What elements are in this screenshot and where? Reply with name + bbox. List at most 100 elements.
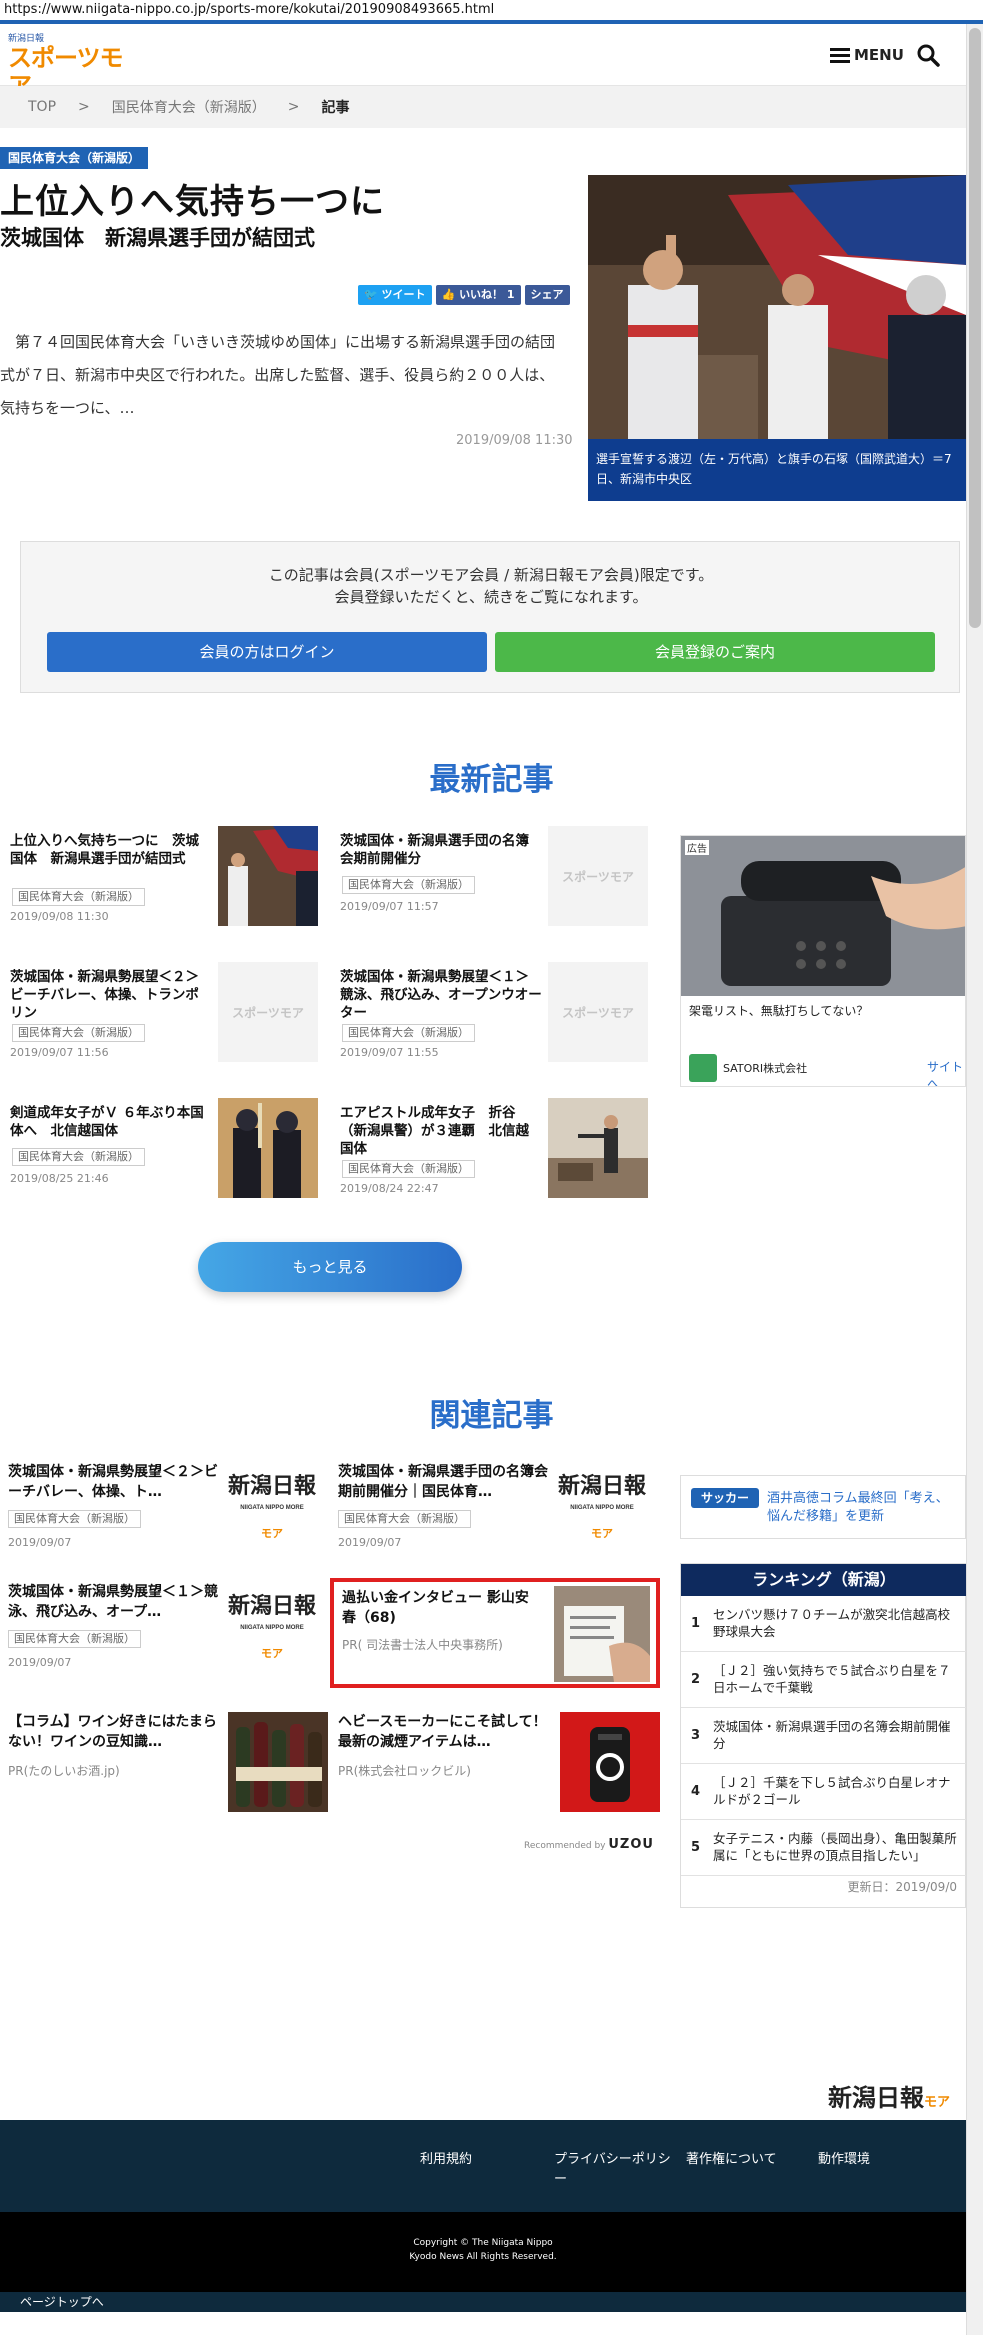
article-photo[interactable]: 選手宣誓する渡辺（左・万代高）と旗手の石塚（国際武道大）＝7日、新潟市中央区 xyxy=(588,175,966,501)
latest-item[interactable]: 茨城国体・新潟県勢展望＜２＞ ビーチバレー、体操、トランポリン 国民体育大会（新… xyxy=(0,962,320,1062)
sponsor-logo-icon xyxy=(689,1054,717,1082)
related-item-tag[interactable]: 国民体育大会（新潟版） xyxy=(338,1510,471,1528)
related-item[interactable]: 茨城国体・新潟県勢展望＜１＞競泳、飛び込み、オープ… 国民体育大会（新潟版） 2… xyxy=(0,1582,320,1686)
latest-item-tag[interactable]: 国民体育大会（新潟版） xyxy=(342,1024,475,1042)
ranking-number: 2 xyxy=(691,1672,701,1687)
related-item[interactable]: 茨城国体・新潟県勢展望＜２＞ビーチバレー、体操、ト… 国民体育大会（新潟版） 2… xyxy=(0,1462,320,1566)
ranking-item[interactable]: 1 センバツ懸け７０チームが激突北信越高校野球県大会 xyxy=(681,1596,967,1652)
ranking-number: 1 xyxy=(691,1616,701,1631)
breadcrumb-current: 記事 xyxy=(321,100,350,116)
footer-logo-text: 新潟日報 xyxy=(828,2083,924,2112)
latest-item-thumbnail xyxy=(218,826,318,926)
like-button[interactable]: 👍 いいね！ 1 xyxy=(435,285,521,305)
related-item[interactable]: 茨城国体・新潟県選手団の名簿会期前開催分｜国民体育… 国民体育大会（新潟版） 2… xyxy=(330,1462,650,1566)
latest-item-tag[interactable]: 国民体育大会（新潟版） xyxy=(342,1160,475,1178)
soccer-column-box[interactable]: サッカー 酒井高徳コラム最終回「考え、悩んだ移籍」を更新 xyxy=(680,1475,966,1539)
thumbs-up-icon: 👍 xyxy=(441,288,460,301)
footer-link-terms[interactable]: 利用規約 xyxy=(420,2150,540,2170)
logo-sub: NIIGATA NIPPO MORE xyxy=(240,1505,304,1511)
related-item-date: 2019/09/07 xyxy=(8,1536,72,1549)
menu-button[interactable]: MENU xyxy=(830,44,904,66)
related-item-tag[interactable]: 国民体育大会（新潟版） xyxy=(8,1510,141,1528)
soccer-tag[interactable]: サッカー xyxy=(691,1488,760,1508)
footer-logo[interactable]: 新潟日報モア xyxy=(828,2078,950,2113)
address-bar[interactable]: https://www.niigata-nippo.co.jp/sports-m… xyxy=(0,0,983,20)
logo-more: モア xyxy=(260,1527,283,1540)
tweet-button[interactable]: 🐦 ツイート xyxy=(358,285,432,305)
ranking-item[interactable]: 4 ［Ｊ２］千葉を下し５試合ぶり白星レオナルドが２ゴール xyxy=(681,1764,967,1820)
related-item-pr[interactable]: 【コラム】ワイン好きにはたまらない！ワインの豆知識… PR(たのしいお酒.jp) xyxy=(0,1712,328,1816)
ranking-number: 5 xyxy=(691,1840,701,1855)
ranking-text: センバツ懸け７０チームが激突北信越高校野球県大会 xyxy=(713,1607,951,1639)
latest-item-date: 2019/09/07 11:57 xyxy=(340,900,439,913)
related-item-title: 茨城国体・新潟県勢展望＜１＞競泳、飛び込み、オープ… xyxy=(8,1584,218,1620)
login-button[interactable]: 会員の方はログイン xyxy=(47,632,487,672)
latest-item[interactable]: 上位入りへ気持ち一つに 茨城国体 新潟県選手団が結団式 国民体育大会（新潟版） … xyxy=(0,826,320,926)
footer-nav: 利用規約 プライバシーポリシー 著作権について 動作環境 xyxy=(0,2120,966,2212)
share-button[interactable]: シェア xyxy=(524,285,570,305)
related-item-thumbnail xyxy=(228,1712,328,1812)
footer-link-copyright[interactable]: 著作権について xyxy=(686,2150,806,2170)
ranking-text: 女子テニス・内藤（長岡出身）、亀田製菓所属に「ともに世界の頂点目指したい」 xyxy=(713,1831,957,1863)
tweet-label: ツイート xyxy=(381,288,426,301)
site-header: 新潟日報 スポーツモア MENU xyxy=(0,24,966,100)
like-label: いいね！ 1 xyxy=(459,288,515,301)
ad-banner[interactable]: 広告 架電リスト、無駄打ちしてない？ SATORI株式会社 サイトへ xyxy=(680,835,966,1087)
menu-label: MENU xyxy=(854,46,904,64)
niigata-nippo-logo: 新潟日報 NIIGATA NIPPO MORE モア xyxy=(558,1475,646,1545)
soccer-column-link[interactable]: 酒井高徳コラム最終回「考え、悩んだ移籍」を更新 xyxy=(767,1490,961,1526)
ranking-item[interactable]: 2 ［Ｊ２］強い気持ちで５試合ぶり白星を７日ホームで千葉戦 xyxy=(681,1652,967,1708)
paywall-line-2: 会員登録いただくと、続きをご覧になれます。 xyxy=(334,588,648,606)
latest-item-tag[interactable]: 国民体育大会（新潟版） xyxy=(342,876,475,894)
category-badge[interactable]: 国民体育大会（新潟版） xyxy=(0,147,149,169)
logo-small-text: 新潟日報 xyxy=(8,34,45,44)
latest-item[interactable]: 茨城国体・新潟県選手団の名簿 会期前開催分 国民体育大会（新潟版） 2019/0… xyxy=(330,826,650,926)
latest-item-tag[interactable]: 国民体育大会（新潟版） xyxy=(12,1148,145,1166)
latest-item[interactable]: 茨城国体・新潟県勢展望＜１＞ 競泳、飛び込み、オープンウオーター 国民体育大会（… xyxy=(330,962,650,1062)
article-lead: 第７４回国民体育大会「いきいき茨城ゆめ国体」に出場する新潟県選手団の結団式が７日… xyxy=(0,333,556,417)
latest-item-date: 2019/08/25 21:46 xyxy=(10,1172,109,1185)
article-subtitle: 茨城国体 新潟県選手団が結団式 xyxy=(0,226,315,250)
photo-illustration xyxy=(588,175,966,439)
scrollbar[interactable] xyxy=(966,24,983,2335)
ad-text: 架電リスト、無駄打ちしてない？ xyxy=(689,1004,869,1018)
more-button[interactable]: もっと見る xyxy=(198,1242,462,1292)
uzou-logo: UZOU xyxy=(608,1837,654,1852)
ranking-item[interactable]: 5 女子テニス・内藤（長岡出身）、亀田製菓所属に「ともに世界の頂点目指したい」 xyxy=(681,1820,967,1876)
paywall-text: この記事は会員(スポーツモア会員 / 新潟日報モア会員)限定です。 会員登録いた… xyxy=(21,564,961,608)
related-item-pr[interactable]: 過払い金インタビュー 影山安春（68) PR( 司法書士法人中央事務所) xyxy=(330,1578,660,1688)
logo-text: 新潟日報 xyxy=(557,1473,646,1499)
latest-item-tag[interactable]: 国民体育大会（新潟版） xyxy=(12,1024,145,1042)
ranking-text: ［Ｊ２］強い気持ちで５試合ぶり白星を７日ホームで千葉戦 xyxy=(713,1663,951,1695)
ad-site-link[interactable]: サイトへ xyxy=(927,1058,965,1086)
latest-item[interactable]: 剣道成年女子がＶ ６年ぶり本国体へ 北信越国体 国民体育大会（新潟版） 2019… xyxy=(0,1098,320,1198)
breadcrumb: TOP > 国民体育大会（新潟版） > 記事 xyxy=(0,86,966,128)
latest-item-title: エアピストル成年女子 折谷（新潟県警）が３連覇 北信越国体 xyxy=(340,1105,529,1157)
breadcrumb-separator: > xyxy=(78,99,90,115)
breadcrumb-top[interactable]: TOP xyxy=(28,99,56,115)
search-icon[interactable] xyxy=(916,43,940,67)
recommended-by[interactable]: Recommended by UZOU xyxy=(524,1837,654,1852)
related-item-title: 茨城国体・新潟県選手団の名簿会期前開催分｜国民体育… xyxy=(338,1464,548,1500)
related-item-pr-label: PR( 司法書士法人中央事務所) xyxy=(342,1638,503,1652)
related-item-pr[interactable]: ヘビースモーカーにこそ試して！最新の減煙アイテムは… PR(株式会社ロックビル) xyxy=(330,1712,660,1816)
latest-item-tag[interactable]: 国民体育大会（新潟版） xyxy=(12,888,145,906)
scrollbar-thumb[interactable] xyxy=(969,28,981,628)
latest-item-thumbnail xyxy=(548,1098,648,1198)
footer-link-privacy[interactable]: プライバシーポリシー xyxy=(554,2150,674,2190)
breadcrumb-category[interactable]: 国民体育大会（新潟版） xyxy=(112,97,266,117)
paywall-line-1: この記事は会員(スポーツモア会員 / 新潟日報モア会員)限定です。 xyxy=(268,566,714,584)
ad-label: 広告 xyxy=(685,840,709,855)
ranking-item[interactable]: 3 茨城国体・新潟県選手団の名簿会期前開催分 xyxy=(681,1708,967,1764)
latest-item-title: 剣道成年女子がＶ ６年ぶり本国体へ 北信越国体 xyxy=(10,1105,204,1139)
footer-link-environment[interactable]: 動作環境 xyxy=(818,2150,938,2170)
related-item-tag[interactable]: 国民体育大会（新潟版） xyxy=(8,1630,141,1648)
photo-caption: 選手宣誓する渡辺（左・万代高）と旗手の石塚（国際武道大）＝7日、新潟市中央区 xyxy=(588,439,966,501)
latest-item-thumbnail: スポーツモア xyxy=(218,962,318,1062)
page-top-link[interactable]: ページトップへ xyxy=(0,2292,966,2312)
latest-item[interactable]: エアピストル成年女子 折谷（新潟県警）が３連覇 北信越国体 国民体育大会（新潟版… xyxy=(330,1098,650,1198)
register-button[interactable]: 会員登録のご案内 xyxy=(495,632,935,672)
site-logo[interactable]: 新潟日報 スポーツモア xyxy=(8,34,128,100)
copyright-line-1: Copyright © The Niigata Nippo xyxy=(413,2238,553,2248)
latest-item-date: 2019/09/07 11:55 xyxy=(340,1046,439,1059)
